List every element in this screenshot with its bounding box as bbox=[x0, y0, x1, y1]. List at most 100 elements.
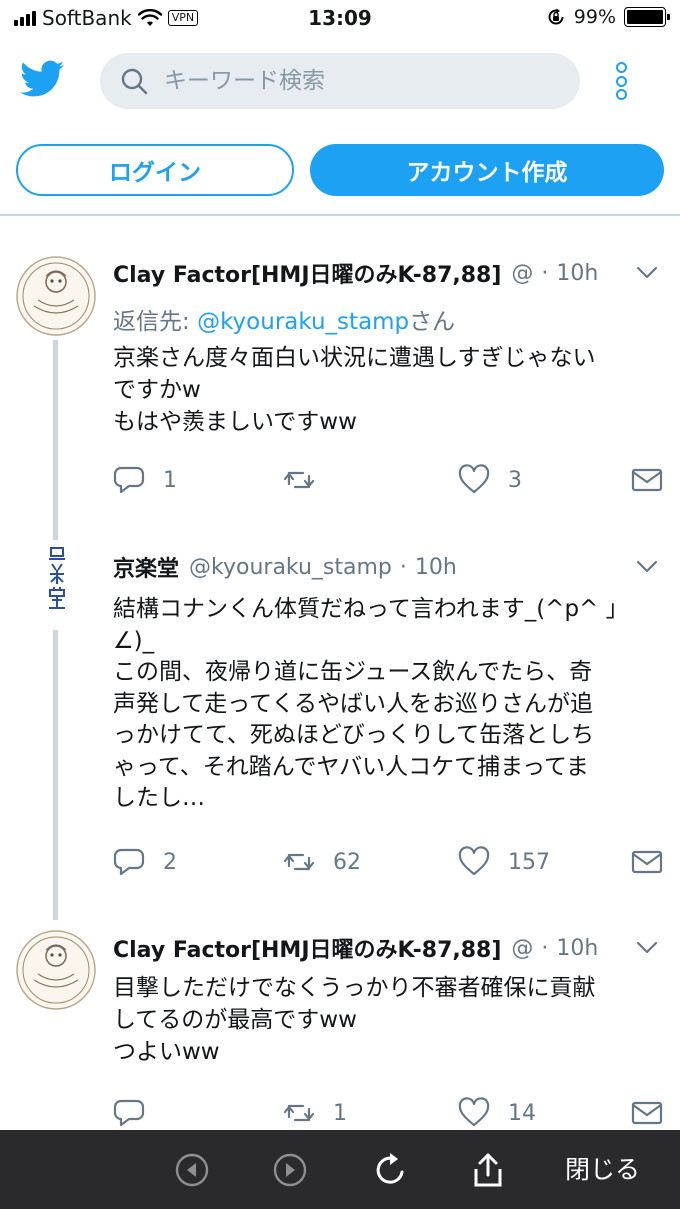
avatar-kyourakudou[interactable] bbox=[16, 540, 96, 620]
tweet-actions: 1 3 bbox=[113, 462, 668, 498]
tweet-time: 10h bbox=[556, 260, 599, 286]
tweet-line: ∠)_ bbox=[113, 627, 155, 654]
chevron-down-icon[interactable] bbox=[636, 560, 658, 574]
chevron-down-icon[interactable] bbox=[636, 941, 658, 955]
tweet-line: したし… bbox=[113, 785, 205, 811]
avatar-clay-factor[interactable] bbox=[16, 256, 96, 336]
status-bar: SoftBank VPN 13:09 99% bbox=[0, 0, 680, 36]
author-handle[interactable]: @kyouraku_stamp bbox=[189, 555, 392, 580]
reply-icon bbox=[113, 1099, 145, 1127]
tweet-time: 10h bbox=[556, 935, 599, 961]
tweet-header: Clay Factor[HMJ日曜のみK-87,88] @ · 10h bbox=[113, 931, 598, 965]
tweet-2[interactable]: 京楽堂 @kyouraku_stamp · 10h 結構コナンくん体質だねって言… bbox=[0, 540, 680, 920]
orientation-lock-icon bbox=[548, 8, 564, 25]
reply-button[interactable]: 2 bbox=[113, 844, 177, 880]
tweet-line: ですかw bbox=[113, 377, 201, 403]
dm-button[interactable] bbox=[631, 844, 663, 880]
envelope-icon bbox=[631, 1101, 663, 1125]
retweet-button[interactable]: 62 bbox=[283, 844, 361, 880]
separator-dot: · bbox=[541, 260, 549, 286]
tweet-line: 目撃しただけでなくうっかり不審者確保に貢献 bbox=[113, 975, 596, 1001]
forward-icon bbox=[273, 1153, 307, 1187]
forward-button[interactable] bbox=[270, 1150, 310, 1190]
author-name[interactable]: Clay Factor[HMJ日曜のみK-87,88] bbox=[113, 932, 501, 964]
retweet-icon bbox=[283, 471, 315, 489]
like-count: 3 bbox=[508, 467, 522, 493]
tweet-line: つよいww bbox=[113, 1039, 220, 1065]
search-bar[interactable] bbox=[100, 53, 580, 109]
tweet-time: 10h bbox=[414, 554, 457, 580]
status-right: 99% bbox=[546, 6, 670, 28]
tweet-header: Clay Factor[HMJ日曜のみK-87,88] @ · 10h bbox=[113, 256, 598, 290]
signup-button[interactable]: アカウント作成 bbox=[310, 144, 664, 196]
reply-prefix: 返信先: bbox=[113, 309, 198, 335]
tweet-1[interactable]: Clay Factor[HMJ日曜のみK-87,88] @ · 10h 返信先:… bbox=[0, 240, 680, 540]
tweet-line: 声発して走ってくるやばい人をお巡りさんが追 bbox=[113, 690, 594, 717]
reload-button[interactable] bbox=[370, 1150, 410, 1190]
reply-mention-link[interactable]: @kyouraku_stamp bbox=[197, 309, 409, 335]
search-input[interactable] bbox=[164, 65, 564, 97]
like-button[interactable]: 157 bbox=[458, 844, 550, 880]
dm-button[interactable] bbox=[631, 1095, 663, 1131]
envelope-icon bbox=[631, 468, 663, 492]
tweet-line: この間、夜帰り道に缶ジュース飲んでたら、奇 bbox=[113, 659, 593, 685]
back-button[interactable] bbox=[172, 1150, 212, 1190]
tweet-line: もはや羨ましいですww bbox=[113, 409, 357, 435]
retweet-icon bbox=[283, 853, 315, 871]
tweet-actions: 1 14 bbox=[113, 1095, 668, 1131]
separator-dot: · bbox=[399, 554, 407, 580]
author-handle[interactable]: @ bbox=[511, 261, 533, 286]
author-handle[interactable]: @ bbox=[511, 936, 533, 961]
reply-count: 1 bbox=[163, 467, 177, 493]
tweet-line: 結構コナンくん体質だねって言われます_(^p^ 」 bbox=[113, 596, 629, 622]
retweet-button[interactable]: 1 bbox=[283, 1095, 347, 1131]
tweet-header: 京楽堂 @kyouraku_stamp · 10h bbox=[113, 550, 457, 584]
heart-icon bbox=[458, 1097, 490, 1127]
retweet-count: 62 bbox=[333, 849, 361, 875]
share-icon bbox=[474, 1153, 502, 1187]
back-icon bbox=[175, 1153, 209, 1187]
battery-fill bbox=[627, 10, 663, 24]
dm-button[interactable] bbox=[631, 462, 663, 498]
thread-line bbox=[53, 630, 58, 920]
twitter-logo-icon[interactable] bbox=[20, 60, 64, 98]
tweet-line: っかけてて、死ぬほどびっくりして缶落としち bbox=[113, 722, 595, 748]
thread-line bbox=[53, 340, 58, 540]
like-count: 14 bbox=[508, 1100, 536, 1126]
share-button[interactable] bbox=[468, 1150, 508, 1190]
reply-button[interactable] bbox=[113, 1095, 163, 1131]
avatar-clay-factor[interactable] bbox=[16, 930, 96, 1010]
reload-icon bbox=[376, 1153, 404, 1184]
reply-context: 返信先: @kyouraku_stampさん bbox=[113, 302, 455, 336]
author-name[interactable]: Clay Factor[HMJ日曜のみK-87,88] bbox=[113, 257, 501, 289]
reply-icon bbox=[113, 848, 145, 876]
retweet-button[interactable] bbox=[283, 462, 333, 498]
heart-icon bbox=[458, 464, 490, 494]
tweet-text: 結構コナンくん体質だねって言われます_(^p^ 」 ∠)_ この間、夜帰り道に缶… bbox=[113, 594, 653, 815]
login-button[interactable]: ログイン bbox=[16, 144, 294, 196]
tweet-text: 京楽さん度々面白い状況に遭遇しすぎじゃない ですかw もはや羨ましいですww bbox=[113, 342, 653, 438]
heart-icon bbox=[458, 846, 490, 876]
like-button[interactable]: 3 bbox=[458, 462, 522, 498]
chevron-down-icon[interactable] bbox=[636, 266, 658, 280]
header: ログイン アカウント作成 bbox=[0, 36, 680, 216]
separator-dot: · bbox=[541, 935, 549, 961]
like-button[interactable]: 14 bbox=[458, 1095, 536, 1131]
tweet-text: 目撃しただけでなくうっかり不審者確保に貢献 してるのが最高ですww つよいww bbox=[113, 972, 653, 1068]
tweet-3[interactable]: Clay Factor[HMJ日曜のみK-87,88] @ · 10h 目撃した… bbox=[0, 920, 680, 1130]
retweet-icon bbox=[283, 1104, 315, 1122]
reply-suffix: さん bbox=[409, 309, 456, 335]
tweet-line: 京楽さん度々面白い状況に遭遇しすぎじゃない bbox=[113, 345, 596, 371]
author-name[interactable]: 京楽堂 bbox=[113, 551, 179, 583]
reply-button[interactable]: 1 bbox=[113, 462, 177, 498]
like-count: 157 bbox=[508, 849, 550, 875]
reply-icon bbox=[113, 466, 145, 494]
tweet-actions: 2 62 157 bbox=[113, 844, 668, 880]
retweet-count: 1 bbox=[333, 1100, 347, 1126]
browser-toolbar: 閉じる bbox=[0, 1130, 680, 1209]
search-icon bbox=[121, 68, 148, 95]
reply-count: 2 bbox=[163, 849, 177, 875]
battery-percent: 99% bbox=[573, 6, 616, 28]
more-options-icon[interactable] bbox=[612, 62, 630, 102]
close-button[interactable]: 閉じる bbox=[565, 1150, 640, 1190]
